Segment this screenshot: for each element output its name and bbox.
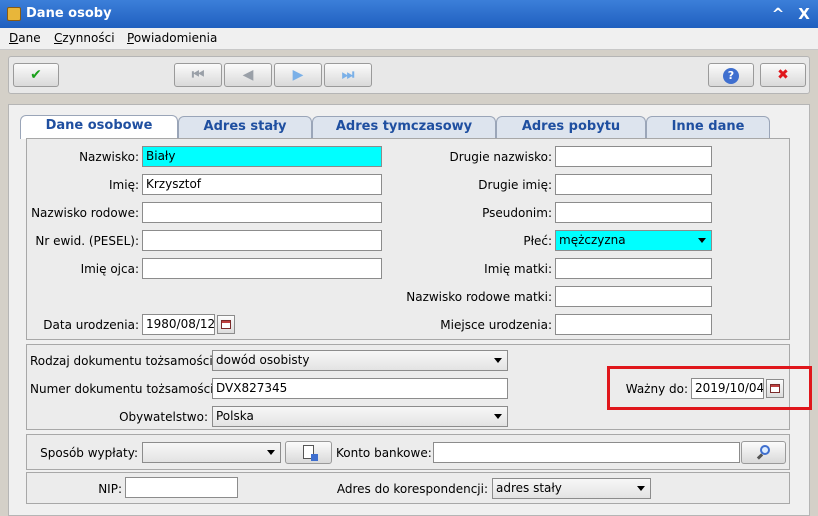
document-number-label: Numer dokumentu tożsamości: (30, 382, 218, 396)
birth-place-label: Miejsce urodzenia: (440, 318, 552, 332)
cancel-button[interactable]: ✖ (760, 63, 806, 87)
father-name-label: Imię ojca: (80, 262, 139, 276)
chevron-down-icon (637, 486, 645, 491)
help-button[interactable]: ? (708, 63, 754, 87)
chevron-down-icon (494, 414, 502, 419)
menubar: Dane Czynności Powiadomienia (0, 28, 818, 50)
tab-inne-dane[interactable]: Inne dane (646, 116, 770, 138)
birth-date-label: Data urodzenia: (43, 318, 139, 332)
search-icon (756, 445, 771, 460)
confirm-button[interactable]: ✔ (13, 63, 59, 87)
mother-name-label: Imię matki: (484, 262, 552, 276)
birth-date-input[interactable]: 1980/08/12 (142, 314, 215, 335)
bank-account-input[interactable] (433, 442, 740, 463)
close-icon: ✖ (777, 67, 789, 83)
next-record-button[interactable]: ▶ (274, 63, 322, 87)
pseudonym-label: Pseudonim: (482, 206, 552, 220)
sex-select[interactable]: mężczyzna (555, 230, 712, 251)
surname-input[interactable]: Biały (142, 146, 382, 167)
citizenship-select[interactable]: Polska (212, 406, 508, 427)
menu-czynnosci[interactable]: Czynności (54, 31, 115, 45)
mother-family-name-input[interactable] (555, 286, 712, 307)
arrow-left-icon: ◀ (242, 67, 254, 83)
tab-dane-osobowe[interactable]: Dane osobowe (20, 115, 178, 139)
sex-select-value: mężczyzna (559, 233, 626, 247)
chevron-down-icon (698, 238, 706, 243)
document-type-value: dowód osobisty (216, 353, 310, 367)
family-name-label: Nazwisko rodowe: (31, 206, 139, 220)
sex-label: Płeć: (523, 234, 552, 248)
window-titlebar: Dane osoby ^ X (0, 0, 818, 28)
document-type-label: Rodzaj dokumentu tożsamości: (30, 354, 217, 368)
payment-method-select[interactable] (142, 442, 281, 463)
surname-label: Nazwisko: (79, 150, 139, 164)
window-title: Dane osoby (26, 6, 112, 21)
birth-date-calendar-button[interactable] (217, 315, 235, 334)
second-surname-input[interactable] (555, 146, 712, 167)
tab-adres-pobytu[interactable]: Adres pobytu (496, 116, 646, 138)
family-name-input[interactable] (142, 202, 382, 223)
payment-details-button[interactable] (285, 441, 332, 464)
second-name-input[interactable] (555, 174, 712, 195)
chevron-down-icon (494, 358, 502, 363)
correspondence-select[interactable]: adres stały (492, 478, 651, 499)
tab-adres-tymczasowy[interactable]: Adres tymczasowy (312, 116, 496, 138)
bank-account-label: Konto bankowe: (336, 446, 432, 460)
menu-powiadomienia[interactable]: Powiadomienia (127, 31, 217, 45)
second-name-label: Drugie imię: (478, 178, 552, 192)
father-name-input[interactable] (142, 258, 382, 279)
skip-first-icon: ⏮ (191, 67, 205, 83)
document-edit-icon (303, 445, 318, 461)
pesel-input[interactable] (142, 230, 382, 251)
correspondence-value: adres stały (496, 481, 562, 495)
first-record-button[interactable]: ⏮ (174, 63, 222, 87)
pesel-label: Nr ewid. (PESEL): (35, 234, 139, 248)
previous-record-button[interactable]: ◀ (224, 63, 272, 87)
citizenship-label: Obywatelstwo: (119, 410, 208, 424)
birth-place-input[interactable] (555, 314, 712, 335)
check-icon: ✔ (30, 67, 42, 83)
bank-search-button[interactable] (741, 441, 786, 464)
close-window-button[interactable]: X (794, 4, 814, 24)
skip-last-icon: ⏭ (341, 67, 355, 83)
citizenship-value: Polska (216, 409, 254, 423)
help-icon: ? (723, 68, 739, 84)
payment-method-label: Sposób wypłaty: (40, 446, 138, 460)
arrow-right-icon: ▶ (292, 67, 304, 83)
mother-name-input[interactable] (555, 258, 712, 279)
calendar-icon (221, 320, 231, 329)
app-icon (7, 7, 21, 21)
first-name-label: Imię: (109, 178, 139, 192)
tab-adres-staly[interactable]: Adres stały (178, 116, 312, 138)
mother-family-name-label: Nazwisko rodowe matki: (406, 290, 552, 304)
valid-until-highlight (607, 366, 812, 410)
second-surname-label: Drugie nazwisko: (449, 150, 553, 164)
pseudonym-input[interactable] (555, 202, 712, 223)
nip-label: NIP: (98, 482, 122, 496)
first-name-input[interactable]: Krzysztof (142, 174, 382, 195)
minimize-button[interactable]: ^ (768, 4, 788, 24)
document-type-select[interactable]: dowód osobisty (212, 350, 508, 371)
document-number-input[interactable]: DVX827345 (212, 378, 508, 399)
correspondence-label: Adres do korespondencji: (336, 482, 488, 496)
nip-input[interactable] (125, 477, 238, 498)
menu-dane[interactable]: Dane (9, 31, 41, 45)
toolbar (8, 56, 810, 94)
chevron-down-icon (267, 450, 275, 455)
last-record-button[interactable]: ⏭ (324, 63, 372, 87)
